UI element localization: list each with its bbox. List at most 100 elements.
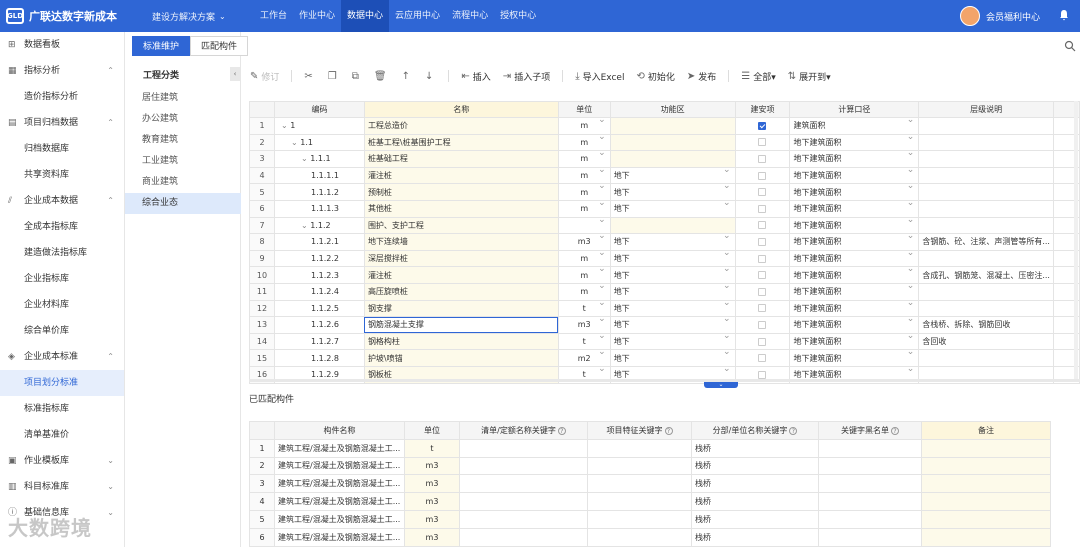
- construction-item-cell[interactable]: [734, 183, 791, 201]
- expand-toggle-icon[interactable]: ⌄: [301, 221, 310, 230]
- sidebar-item[interactable]: 企业指标库: [0, 266, 124, 292]
- chevron-up-icon[interactable]: ⌃: [107, 58, 114, 84]
- column-header[interactable]: 计算口径: [789, 101, 920, 118]
- level-description-cell[interactable]: [918, 349, 1054, 367]
- toolbar-button[interactable]: ➤ 发布: [687, 70, 716, 83]
- function-area-select[interactable]: 地下: [609, 233, 736, 251]
- sidebar-item[interactable]: 全成本指标库: [0, 214, 124, 240]
- expand-toggle-icon[interactable]: ⌄: [301, 154, 310, 163]
- unit-cell[interactable]: t: [404, 438, 460, 458]
- feature-keyword-cell[interactable]: [587, 456, 692, 476]
- function-area-select[interactable]: [609, 216, 736, 235]
- blacklist-cell[interactable]: [818, 474, 922, 494]
- unit-select[interactable]: t: [557, 299, 611, 318]
- remark-cell[interactable]: [921, 492, 1051, 511]
- construction-item-cell[interactable]: [734, 233, 791, 251]
- blacklist-cell[interactable]: [818, 456, 922, 476]
- name-cell[interactable]: 桩基础工程: [363, 150, 559, 168]
- sidebar-item[interactable]: 综合单价库: [0, 318, 124, 344]
- table-row[interactable]: 13 1.1.2.6 钢筋混凝土支撑m3地下 地下建筑面积含栈桥、拆除、钢筋回收: [249, 316, 1080, 334]
- calc-basis-select[interactable]: 地下建筑面积: [789, 299, 920, 318]
- code-cell[interactable]: 1.1.2.7: [273, 332, 365, 351]
- component-name-cell[interactable]: 建筑工程/混凝土及钢筋混凝土工...: [274, 509, 405, 529]
- level-description-cell[interactable]: [918, 299, 1054, 318]
- remark-cell[interactable]: [921, 438, 1051, 458]
- feature-keyword-cell[interactable]: [587, 438, 692, 458]
- construction-item-cell[interactable]: [734, 349, 791, 367]
- unit-select[interactable]: m: [557, 266, 611, 284]
- remark-cell[interactable]: [921, 527, 1051, 547]
- function-area-select[interactable]: 地下: [609, 299, 736, 318]
- construction-item-cell[interactable]: [734, 199, 791, 218]
- part-keyword-cell[interactable]: 栈桥: [691, 527, 819, 547]
- sidebar-item[interactable]: 造价指标分析: [0, 84, 124, 110]
- code-cell[interactable]: 1.1.1.2: [273, 183, 365, 201]
- toolbar-button[interactable]: ❐: [328, 71, 340, 82]
- part-keyword-cell[interactable]: 栈桥: [691, 438, 819, 458]
- column-header[interactable]: 单位: [404, 421, 460, 440]
- unit-select[interactable]: t: [557, 332, 611, 351]
- column-header[interactable]: 备注: [921, 421, 1051, 440]
- level-description-cell[interactable]: 含栈桥、拆除、钢筋回收: [918, 316, 1054, 334]
- blacklist-cell[interactable]: [818, 509, 922, 529]
- table-row[interactable]: 8 1.1.2.1 地下连续墙m3地下 地下建筑面积含钢筋、砼、注浆、声测管等所有..…: [249, 233, 1080, 251]
- category-item[interactable]: 综合业态: [125, 193, 241, 214]
- checkbox[interactable]: [758, 354, 767, 363]
- construction-item-cell[interactable]: [734, 316, 791, 334]
- level-description-cell[interactable]: [918, 117, 1054, 135]
- unit-select[interactable]: m: [557, 199, 611, 218]
- sidebar-item[interactable]: ▥ 科目标准库 ⌄: [0, 474, 124, 500]
- level-description-cell[interactable]: 含回收: [918, 332, 1054, 351]
- checkbox[interactable]: [758, 138, 767, 147]
- name-cell[interactable]: 围护、支护工程: [363, 216, 559, 235]
- help-icon[interactable]: ?: [557, 426, 566, 435]
- code-cell[interactable]: 1.1.1.1: [273, 166, 365, 185]
- unit-select[interactable]: m: [557, 133, 611, 152]
- name-cell[interactable]: 钢格构柱: [363, 332, 559, 351]
- logo[interactable]: GLD 广联达数字新成本: [6, 8, 146, 24]
- calc-basis-select[interactable]: 地下建筑面积: [789, 150, 920, 168]
- sidebar-item[interactable]: 项目划分标准: [0, 370, 124, 396]
- calc-basis-select[interactable]: 建筑面积: [789, 117, 920, 135]
- level-description-cell[interactable]: [918, 183, 1054, 201]
- component-name-cell[interactable]: 建筑工程/混凝土及钢筋混凝土工...: [274, 527, 405, 547]
- code-cell[interactable]: ⌄ 1.1.1: [273, 150, 365, 168]
- construction-item-cell[interactable]: [734, 266, 791, 284]
- table-row[interactable]: 7⌄ 1.1.2围护、支护工程地下建筑面积: [249, 216, 1080, 235]
- help-icon[interactable]: ?: [789, 426, 798, 435]
- function-area-select[interactable]: 地下: [609, 349, 736, 367]
- category-item[interactable]: 居住建筑: [125, 88, 241, 109]
- category-item[interactable]: 教育建筑: [125, 130, 241, 151]
- checkbox[interactable]: [758, 304, 767, 313]
- sidebar-item[interactable]: ⫽ 企业成本数据 ⌃: [0, 188, 124, 214]
- checkbox[interactable]: [758, 204, 767, 213]
- code-cell[interactable]: 1.1.2.4: [273, 282, 365, 301]
- category-item[interactable]: 商业建筑: [125, 172, 241, 193]
- category-item[interactable]: 办公建筑: [125, 109, 241, 130]
- function-area-select[interactable]: 地下: [609, 316, 736, 334]
- construction-item-cell[interactable]: [734, 282, 791, 301]
- nav-item[interactable]: 流程中心: [446, 0, 494, 32]
- column-header[interactable]: 项目特征关键字?: [587, 421, 692, 440]
- construction-item-cell[interactable]: [734, 249, 791, 268]
- sidebar-item[interactable]: ▤ 项目归档数据 ⌃: [0, 110, 124, 136]
- function-area-select[interactable]: 地下: [609, 282, 736, 301]
- checkbox[interactable]: [758, 171, 767, 180]
- table-row[interactable]: 4 建筑工程/混凝土及钢筋混凝土工... m3 栈桥: [249, 492, 1051, 511]
- unit-select[interactable]: [557, 216, 611, 235]
- construction-item-cell[interactable]: [734, 150, 791, 168]
- unit-cell[interactable]: m3: [404, 474, 460, 494]
- name-cell[interactable]: 其他桩: [363, 199, 559, 218]
- sidebar-item[interactable]: ▦ 指标分析 ⌃: [0, 58, 124, 84]
- checkbox[interactable]: [758, 237, 767, 246]
- feature-keyword-cell[interactable]: [587, 509, 692, 529]
- table-row[interactable]: 9 1.1.2.2 深层搅拌桩m地下 地下建筑面积: [249, 249, 1080, 268]
- help-icon[interactable]: ?: [664, 426, 673, 435]
- calc-basis-select[interactable]: 地下建筑面积: [789, 266, 920, 284]
- sidebar-item[interactable]: ▣ 作业模板库 ⌄: [0, 448, 124, 474]
- remark-cell[interactable]: [921, 509, 1051, 529]
- level-description-cell[interactable]: 含成孔、钢筋笼、混凝土、压密注...: [918, 266, 1054, 284]
- checkbox[interactable]: [758, 370, 767, 379]
- unit-cell[interactable]: m3: [404, 492, 460, 511]
- code-cell[interactable]: 1.1.2.8: [273, 349, 365, 367]
